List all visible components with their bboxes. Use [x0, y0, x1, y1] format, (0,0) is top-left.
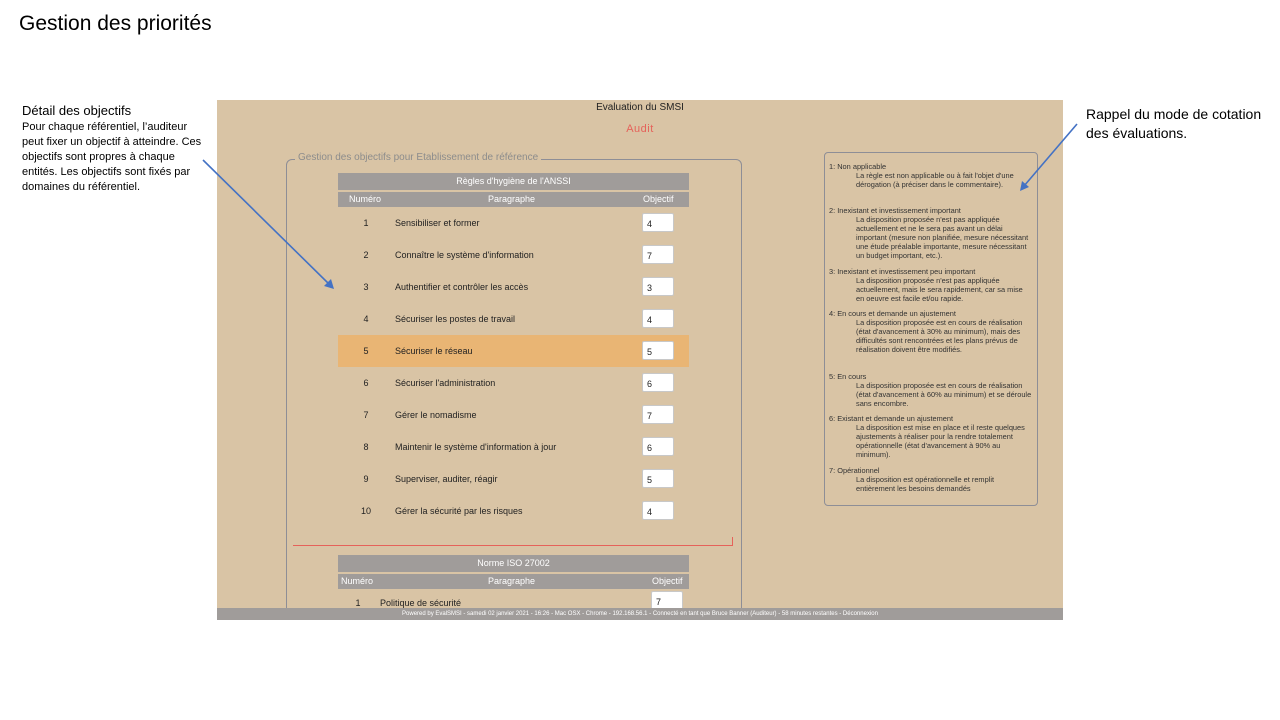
objectives-table-anssi: Règles d'hygiène de l'ANSSI Numéro Parag…: [338, 173, 689, 527]
rating-legend-item: 5: En cours La disposition proposée est e…: [829, 372, 1033, 408]
row-number: 3: [363, 282, 369, 292]
rating-level-description: La disposition proposée n'est pas appliq…: [856, 276, 1023, 303]
objective-input[interactable]: 3: [642, 277, 674, 296]
rating-level-title: 1: Non applicable: [829, 162, 887, 171]
row-number: 1: [355, 598, 361, 608]
row-paragraph: Sécuriser les postes de travail: [395, 314, 516, 324]
table-row: 4 Sécuriser les postes de travail 4: [338, 303, 689, 335]
fieldset-legend: Gestion des objectifs pour Etablissement…: [295, 152, 542, 163]
row-paragraph: Sécuriser l'administration: [395, 378, 496, 388]
objective-input[interactable]: 5: [642, 469, 674, 488]
rating-level-title: 4: En cours et demande un ajustement: [829, 309, 956, 318]
app-title: Evaluation du SMSI: [596, 102, 684, 113]
rating-level-description: La disposition proposée n'est pas appliq…: [856, 215, 1029, 260]
table-title: Règles d'hygiène de l'ANSSI: [338, 173, 689, 190]
row-number: 6: [363, 378, 369, 388]
table-row: 8 Maintenir le système d'information à jo…: [338, 431, 689, 463]
col-objectif: Objectif: [652, 576, 683, 586]
row-paragraph: Connaître le système d'information: [395, 250, 534, 260]
rating-level-title: 3: Inexistant et investissement peu impo…: [829, 267, 976, 276]
objective-input[interactable]: 6: [642, 437, 674, 456]
col-numero: Numéro: [349, 194, 382, 204]
rating-legend-item: 2: Inexistant et investissement importan…: [829, 206, 1033, 260]
divider-tick: [732, 537, 733, 545]
objective-input[interactable]: 6: [642, 373, 674, 392]
row-number: 8: [363, 442, 369, 452]
row-number: 10: [360, 506, 371, 516]
right-note: Rappel du mode de cotation des évaluatio…: [1086, 106, 1262, 141]
app-subtitle: Audit: [626, 123, 654, 135]
objective-input[interactable]: 7: [642, 405, 674, 424]
status-footer: Powered by EvalSMSI - samedi 02 janvier …: [217, 608, 1063, 620]
objective-input[interactable]: 5: [642, 341, 674, 360]
row-paragraph: Politique de sécurité: [380, 598, 462, 608]
left-note: Détail des objectifs Pour chaque référen…: [22, 103, 202, 195]
app-screenshot: Evaluation du SMSI Audit Gestion des obj…: [217, 100, 1063, 620]
table-row: 1 Sensibiliser et former 4: [338, 207, 689, 239]
rating-level-description: La règle est non applicable ou à fait l'…: [856, 171, 1014, 189]
rating-legend-item: 1: Non applicable La règle est non applic…: [829, 162, 1033, 189]
table-header: Numéro Paragraphe Objectif: [338, 192, 689, 207]
table-row: 6 Sécuriser l'administration 6: [338, 367, 689, 399]
rating-legend-item: 7: Opérationnel La disposition est opérat…: [829, 466, 1033, 493]
rating-level-title: 2: Inexistant et investissement importan…: [829, 206, 961, 215]
rating-legend-item: 3: Inexistant et investissement peu impo…: [829, 267, 1033, 303]
row-paragraph: Sensibiliser et former: [395, 218, 480, 228]
table-row: 3 Authentifier et contrôler les accès 3: [338, 271, 689, 303]
col-objectif: Objectif: [643, 194, 674, 204]
row-number: 1: [363, 218, 369, 228]
rating-level-title: 5: En cours: [829, 372, 867, 381]
rating-level-description: La disposition proposée est en cours de …: [856, 381, 1032, 408]
objective-input[interactable]: 4: [642, 501, 674, 520]
rating-level-description: La disposition proposée est en cours de …: [856, 318, 1023, 354]
col-paragraphe: Paragraphe: [488, 576, 536, 586]
rating-level-title: 7: Opérationnel: [829, 466, 880, 475]
table-header: Numéro Paragraphe Objectif: [338, 574, 689, 589]
col-numero: Numéro: [341, 576, 374, 586]
row-paragraph: Maintenir le système d'information à jou…: [395, 442, 557, 452]
row-paragraph: Authentifier et contrôler les accès: [395, 282, 529, 292]
objective-input[interactable]: 4: [642, 309, 674, 328]
rating-level-title: 6: Existant et demande un ajustement: [829, 414, 954, 423]
rating-legend-item: 6: Existant et demande un ajustement La d…: [829, 414, 1033, 459]
row-number: 4: [363, 314, 369, 324]
rating-legend-item: 4: En cours et demande un ajustement La d…: [829, 309, 1033, 354]
objective-input[interactable]: 7: [642, 245, 674, 264]
row-paragraph: Gérer le nomadisme: [395, 410, 477, 420]
table-row: 2 Connaître le système d'information 7: [338, 239, 689, 271]
row-paragraph: Sécuriser le réseau: [395, 346, 473, 356]
table-body: 1 Sensibiliser et former 4 2 Connaître le sy…: [338, 207, 689, 527]
table-row: 7 Gérer le nomadisme 7: [338, 399, 689, 431]
table-title: Norme ISO 27002: [338, 555, 689, 572]
table-row: 5 Sécuriser le réseau 5: [338, 335, 689, 367]
table-row: 9 Superviser, auditer, réagir 5: [338, 463, 689, 495]
rating-legend-box: 1: Non applicable La règle est non applic…: [824, 152, 1038, 506]
divider-line: [293, 545, 733, 546]
rating-level-description: La disposition est mise en place et il r…: [856, 423, 1025, 459]
table-row: 10 Gérer la sécurité par les risques 4: [338, 495, 689, 527]
col-paragraphe: Paragraphe: [488, 194, 536, 204]
slide-title: Gestion des priorités: [19, 12, 212, 35]
left-note-body: Pour chaque référentiel, l’auditeur peut…: [22, 121, 202, 193]
row-paragraph: Superviser, auditer, réagir: [395, 474, 498, 484]
left-note-heading: Détail des objectifs: [22, 103, 132, 118]
row-number: 7: [363, 410, 369, 420]
row-number: 2: [363, 250, 369, 260]
objective-input[interactable]: 4: [642, 213, 674, 232]
rating-level-description: La disposition est opérationnelle et rem…: [856, 475, 995, 493]
row-paragraph: Gérer la sécurité par les risques: [395, 506, 523, 516]
row-number: 5: [363, 346, 369, 356]
row-number: 9: [363, 474, 369, 484]
